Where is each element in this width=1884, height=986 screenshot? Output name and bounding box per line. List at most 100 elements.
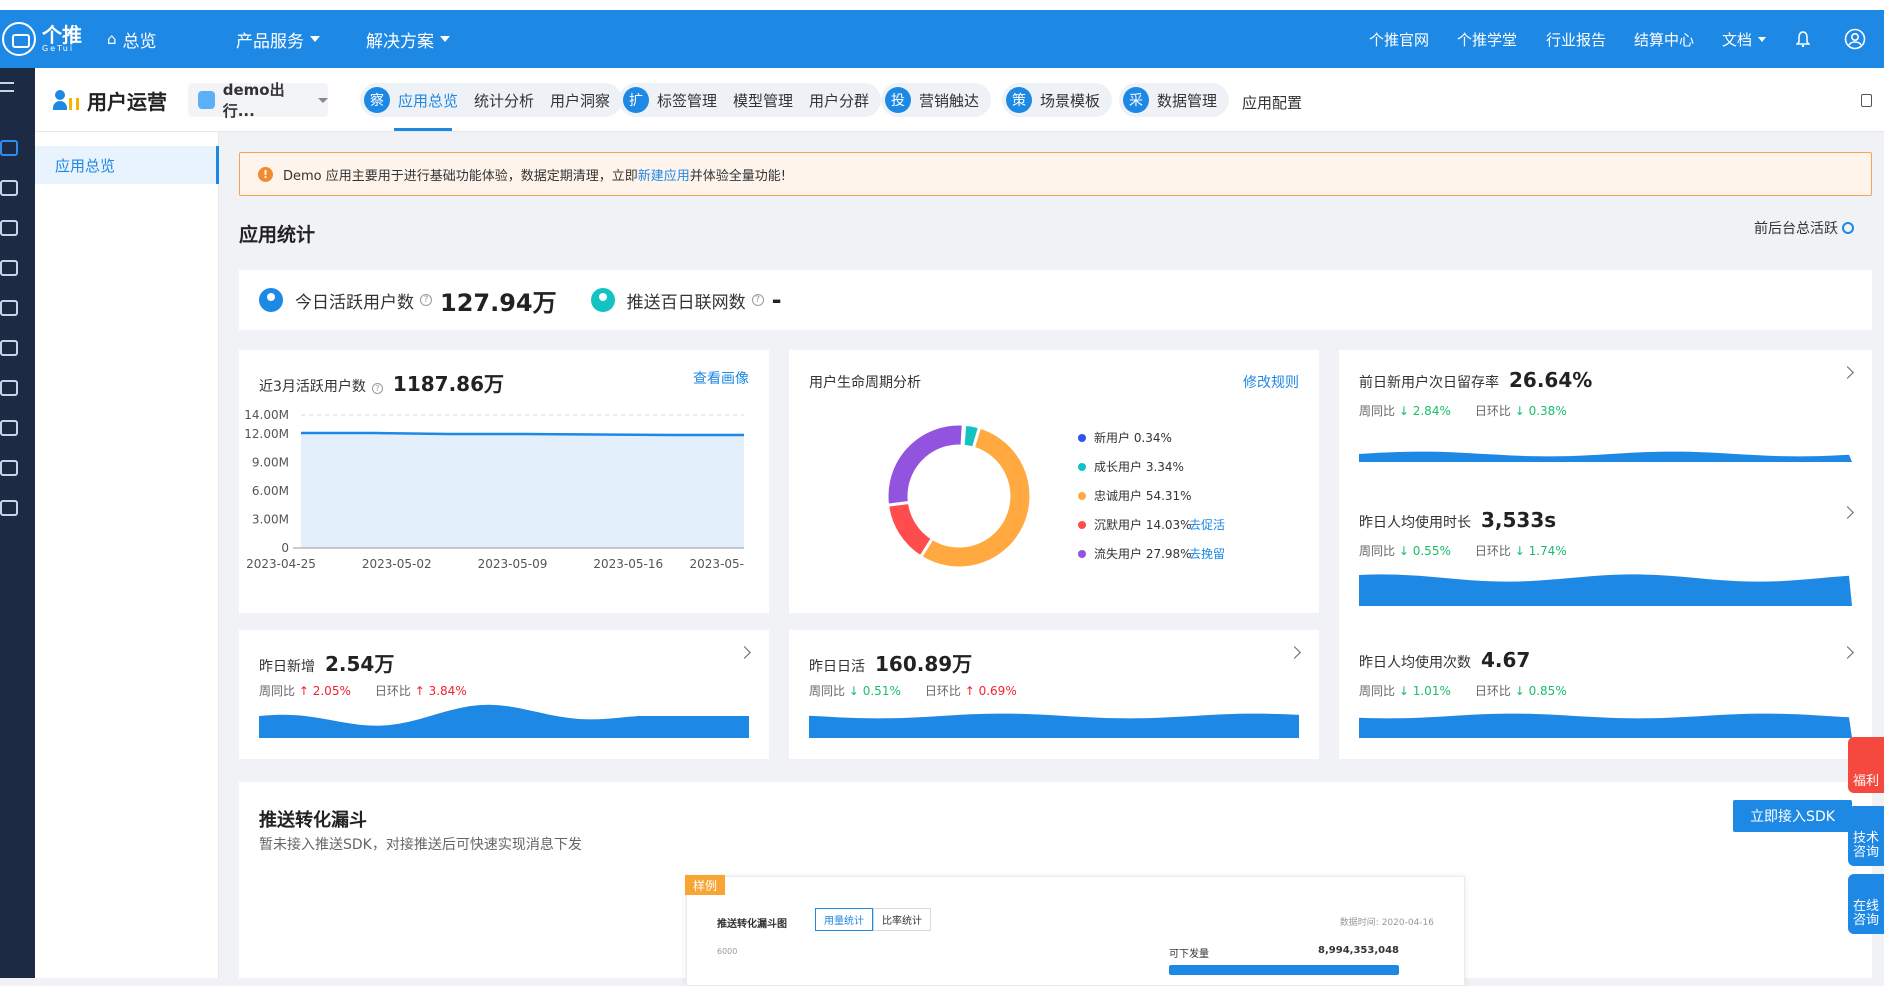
menu-icon[interactable] (0, 82, 14, 92)
legend-action-link[interactable]: 去促活 (1189, 518, 1225, 532)
sparkline (1359, 574, 1852, 606)
section-title: 应用统计 (239, 224, 316, 246)
message-icon[interactable] (0, 258, 18, 276)
day-change: ↓ 0.38% (1515, 404, 1567, 418)
package-icon[interactable] (0, 418, 18, 436)
day-val: 0.38% (1528, 404, 1567, 418)
nav-home[interactable]: ⌂ 总览 (107, 10, 157, 68)
warning-icon: ! (258, 166, 273, 182)
analytics-icon[interactable] (0, 338, 18, 356)
tab-app-config[interactable]: 应用配置 (1242, 92, 1302, 113)
legend-dot (1078, 550, 1086, 558)
tabgroup-badge: 扩 (623, 87, 649, 113)
tab-tag-management[interactable]: 标签管理 (657, 90, 717, 111)
push-icon[interactable] (0, 218, 18, 236)
nav-billing[interactable]: 结算中心 (1634, 10, 1694, 68)
nav-academy[interactable]: 个推学堂 (1457, 10, 1517, 68)
funnel-desc: 暂未接入推送SDK，对接推送后可快速实现消息下发 (259, 837, 582, 853)
nav-products[interactable]: 产品服务 (236, 10, 320, 68)
tech-consult-button[interactable]: 技术咨询 (1848, 806, 1884, 866)
left-nav: 应用总览 (35, 132, 219, 978)
push-funnel-section: 推送转化漏斗 暂未接入推送SDK，对接推送后可快速实现消息下发 立即接入SDK … (239, 782, 1872, 986)
stat-title: 昨日人均使用时长 3,533s (1359, 508, 1556, 532)
tab-user-insight[interactable]: 用户洞察 (550, 90, 610, 111)
welfare-gift-button[interactable]: 福利 (1848, 737, 1884, 793)
sub-header: 用户运营 demo出行... 察 应用总览 统计分析 用户洞察 扩 标签管理 模… (35, 68, 1884, 132)
group-icon[interactable] (0, 178, 18, 196)
stat-title: 昨日新增 2.54万 (259, 648, 394, 677)
stat-card-retention[interactable]: 前日新用户次日留存率 26.64% 周同比 ↓ 2.84% 日环比 ↓ 0.38% (1339, 350, 1872, 490)
app-selector[interactable]: demo出行... (188, 81, 328, 120)
tab-scene-templates[interactable]: 场景模板 (1040, 90, 1100, 111)
kpi-push-online: 推送百日联网数 ? - (590, 286, 782, 314)
nav-docs[interactable]: 文档 (1722, 10, 1767, 68)
week-label: 周同比 (1359, 544, 1396, 558)
brand-logo[interactable]: 个推 GeTui (0, 10, 90, 68)
sample-row: 可下发量 8,994,353,048 (1169, 945, 1399, 960)
x-tick-label: 2023-05-09 (478, 557, 548, 571)
leftnav-item-overview[interactable]: 应用总览 (35, 146, 219, 184)
day-dir: ↓ (1514, 404, 1525, 418)
day-dir: ↓ (1514, 544, 1525, 558)
user-avatar-icon[interactable] (1844, 10, 1866, 68)
user-ops-icon[interactable] (0, 138, 18, 156)
stat-title-text: 昨日人均使用时长 (1359, 515, 1471, 531)
tab-app-overview[interactable]: 应用总览 (398, 90, 458, 111)
week-dir: ↓ (1398, 404, 1409, 418)
stat-title: 昨日人均使用次数 4.67 (1359, 648, 1530, 672)
sample-tabs: 用量统计 比率统计 (815, 908, 931, 931)
active-tab-indicator (394, 128, 452, 131)
chevron-right-icon[interactable] (1288, 646, 1301, 659)
tab-user-segments[interactable]: 用户分群 (809, 90, 869, 111)
stat-card-dau[interactable]: 昨日日活 160.89万 周同比 ↓ 0.51% 日环比 ↑ 0.69% (789, 630, 1319, 759)
create-app-link[interactable]: 新建应用 (638, 165, 690, 184)
legend-dot (1078, 521, 1086, 529)
search-icon[interactable] (0, 498, 18, 516)
tabgroup-strategy: 策 场景模板 (1002, 83, 1113, 117)
help-icon[interactable]: ? (420, 294, 432, 306)
logo-icon (2, 22, 36, 56)
integrate-sdk-button[interactable]: 立即接入SDK (1733, 800, 1852, 832)
nav-official-site[interactable]: 个推官网 (1369, 10, 1429, 68)
tab-model-management[interactable]: 模型管理 (733, 90, 793, 111)
document-icon[interactable] (1861, 94, 1872, 107)
bell-icon[interactable] (1796, 10, 1810, 68)
kpi-label: 今日活跃用户数 (295, 292, 414, 313)
stat-title-text: 昨日新增 (259, 659, 315, 675)
chevron-right-icon[interactable] (738, 646, 751, 659)
online-consult-button[interactable]: 在线咨询 (1848, 874, 1884, 934)
stat-value: 3,533s (1481, 508, 1557, 532)
nav-home-label: 总览 (122, 31, 157, 52)
nav-solutions[interactable]: 解决方案 (366, 10, 450, 68)
chevron-right-icon[interactable] (1841, 366, 1854, 379)
x-tick-label: 2023-04-25 (246, 557, 316, 571)
tab-marketing-reach[interactable]: 营销触达 (919, 90, 979, 111)
tab-data-management[interactable]: 数据管理 (1157, 90, 1217, 111)
tab-stats-analysis[interactable]: 统计分析 (474, 90, 534, 111)
image-icon[interactable] (0, 298, 18, 316)
stat-card-new-users[interactable]: 昨日新增 2.54万 周同比 ↑ 2.05% 日环比 ↑ 3.84% (239, 630, 769, 759)
tag-icon[interactable] (0, 378, 18, 396)
stat-card-duration[interactable]: 昨日人均使用时长 3,533s 周同比 ↓ 0.55% 日环比 ↓ 1.74% (1339, 490, 1872, 630)
stat-card-sessions[interactable]: 昨日人均使用次数 4.67 周同比 ↓ 1.01% 日环比 ↓ 0.85% (1339, 630, 1872, 759)
chevron-right-icon[interactable] (1841, 646, 1854, 659)
week-dir: ↓ (1398, 544, 1409, 558)
help-icon[interactable]: ? (751, 294, 764, 306)
stat-title: 昨日日活 160.89万 (809, 648, 972, 677)
donut-slice[interactable] (885, 422, 965, 507)
fingerprint-icon[interactable] (0, 458, 18, 476)
notice-text: Demo 应用主要用于进行基础功能体验，数据定期清理，立即 (283, 168, 638, 184)
nav-reports[interactable]: 行业报告 (1546, 10, 1606, 68)
week-val: 2.84% (1412, 404, 1451, 418)
stat-title: 前日新用户次日留存率 26.64% (1359, 368, 1592, 392)
chevron-down-icon (310, 36, 320, 42)
sample-tab-usage: 用量统计 (815, 908, 873, 931)
area-fill (301, 433, 744, 548)
sparkline-area (1359, 574, 1852, 606)
chevron-right-icon[interactable] (1841, 506, 1854, 519)
y-tick-label: 0 (281, 541, 289, 555)
legend-action-link[interactable]: 去挽留 (1189, 547, 1225, 561)
donut-slice[interactable] (885, 500, 935, 559)
legend-dot (1078, 463, 1086, 471)
total-active-toggle[interactable]: 前后台总活跃 (1754, 218, 1854, 238)
